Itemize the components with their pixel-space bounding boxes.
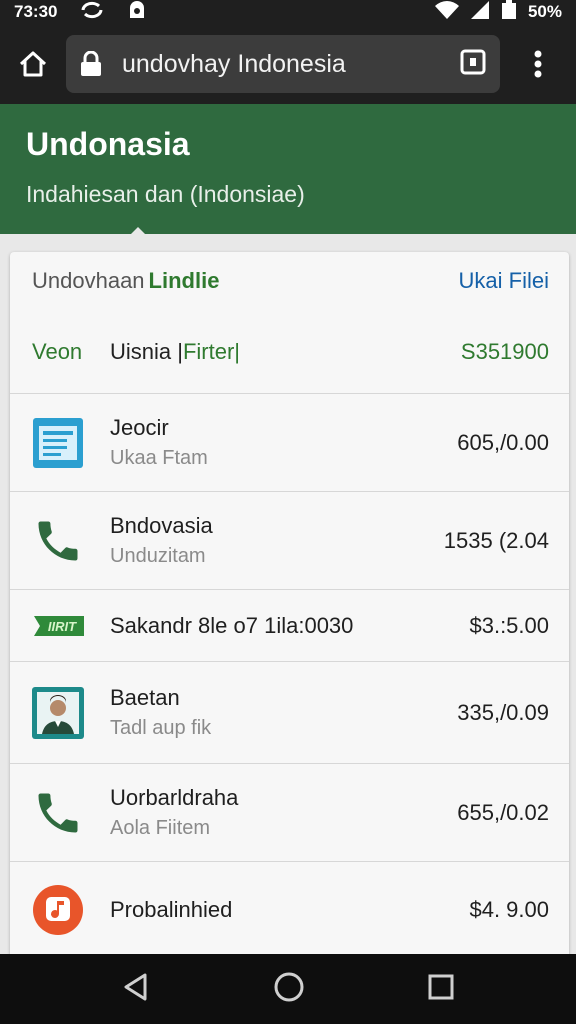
wifi-icon <box>434 0 460 25</box>
phone-icon <box>32 787 110 839</box>
page-title: Undonasia <box>26 126 190 162</box>
recents-icon[interactable] <box>427 973 455 1006</box>
summary-name: Uisnia | <box>110 338 183 364</box>
list-item[interactable]: Probalinhied $4. 9.00 <box>10 862 569 958</box>
status-bar: 73:30 50% <box>0 0 576 24</box>
tab-switcher-icon[interactable] <box>460 47 486 82</box>
url-bar[interactable]: undovhay Indonesia <box>66 35 500 93</box>
list-item[interactable]: Baetan Tadl aup fik 335,/0.09 <box>10 662 569 764</box>
list-item-amount: 1535 (2.04 <box>443 527 549 553</box>
page-subtitle: Indahiesan dan (Indonsiae) <box>26 181 305 207</box>
list-item-subtitle: Tadl aup fik <box>110 717 212 739</box>
list-item-title: Bndovasia <box>110 513 213 538</box>
notification-icon <box>127 0 147 25</box>
battery-icon <box>500 0 518 25</box>
summary-filter[interactable]: Firter| <box>183 339 240 365</box>
battery-percent: 50% <box>527 2 562 21</box>
more-menu-icon <box>534 50 542 78</box>
page-header: Undonasia Indahiesan dan (Indonsiae) <box>0 104 576 235</box>
back-icon[interactable] <box>121 972 151 1007</box>
ticket-badge-text: IIRIT <box>48 619 77 634</box>
phone-icon <box>32 515 110 567</box>
list-item[interactable]: Jeocir Ukaa Ftam 605,/0.00 <box>10 394 569 492</box>
system-nav-bar <box>0 954 576 1024</box>
ticket-icon: IIRIT <box>32 614 110 638</box>
status-time: 73:30 <box>14 2 58 21</box>
list-item-amount: $4. 9.00 <box>469 897 549 922</box>
list-item[interactable]: IIRIT Sakandr 8le o7 1ila:0030 $3.:5.00 <box>10 590 569 662</box>
list-item[interactable]: Bndovasia Unduzitam 1535 (2.04 <box>10 492 569 590</box>
profile-photo-icon <box>32 686 110 739</box>
sync-icon <box>79 0 105 25</box>
list-item-amount: 605,/0.00 <box>457 429 549 455</box>
list-item-subtitle: Unduzitam <box>110 545 206 567</box>
card-heading: Undovhaan <box>32 268 145 293</box>
summary-row[interactable]: Veon Uisnia | Firter| S351900 <box>10 310 569 394</box>
signal-icon <box>470 0 490 25</box>
lock-icon <box>80 51 110 77</box>
card-header: Undovhaan Lindlie Ukai Filei <box>10 252 569 310</box>
more-menu-button[interactable] <box>500 24 576 104</box>
list-item-amount: 335,/0.09 <box>457 699 549 725</box>
list-item-subtitle: Ukaa Ftam <box>110 447 208 469</box>
home-button[interactable] <box>0 24 66 104</box>
list-item-title: Probalinhied <box>110 897 233 922</box>
transactions-card: Undovhaan Lindlie Ukai Filei Veon Uisnia… <box>10 252 569 962</box>
list-item-amount: $3.:5.00 <box>469 612 549 638</box>
list-item-title: Uorbarldraha <box>110 785 239 810</box>
document-icon <box>32 417 110 469</box>
list-item-title: Jeocir <box>110 415 169 440</box>
list-item[interactable]: Uorbarldraha Aola Fiitem 655,/0.02 <box>10 764 569 862</box>
list-item-subtitle: Aola Fiitem <box>110 817 211 839</box>
summary-tag: Veon <box>32 338 83 364</box>
home-circle-icon[interactable] <box>273 971 305 1008</box>
list-item-amount: 655,/0.02 <box>457 799 549 825</box>
header-notch <box>130 227 146 235</box>
home-icon <box>19 51 47 77</box>
music-app-icon <box>32 884 110 936</box>
list-item-title: Sakandr 8le o7 1ila:0030 <box>110 612 354 638</box>
url-text: undovhay Indonesia <box>122 49 346 78</box>
list-item-title: Baetan <box>110 685 180 710</box>
card-header-link[interactable]: Ukai Filei <box>459 268 549 294</box>
summary-amount: S351900 <box>460 338 549 364</box>
browser-toolbar: undovhay Indonesia <box>0 24 576 104</box>
card-heading-accent: Lindlie <box>148 268 220 293</box>
